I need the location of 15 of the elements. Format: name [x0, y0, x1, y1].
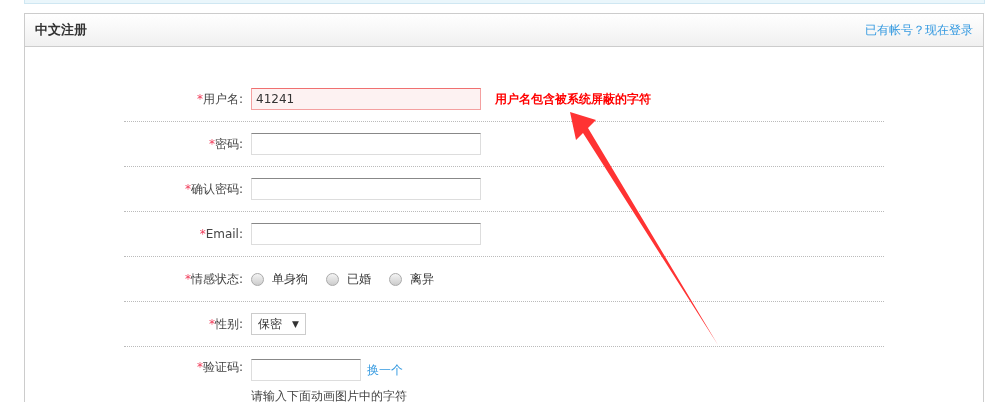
panel-title: 中文注册 [35, 21, 87, 39]
input-field[interactable]: 41241 [251, 88, 481, 110]
field-label: *性别: [207, 315, 244, 333]
field-label: *情感状态: [183, 270, 244, 288]
radio-option[interactable]: 离异 [389, 270, 434, 288]
field-label: *确认密码: [183, 180, 244, 198]
captcha-hint: 请输入下面动画图片中的字符 [251, 388, 407, 402]
gender-select[interactable]: 保密 ▼ [251, 313, 306, 335]
field-label: *Email: [198, 227, 244, 241]
field-label: *验证码: [195, 359, 244, 376]
field-label: *密码: [207, 135, 244, 153]
radio-option[interactable]: 已婚 [326, 270, 371, 288]
error-message: 用户名包含被系统屏蔽的字符 [495, 90, 651, 108]
field-label: *用户名: [195, 90, 244, 108]
radio-option[interactable]: 单身狗 [251, 270, 308, 288]
